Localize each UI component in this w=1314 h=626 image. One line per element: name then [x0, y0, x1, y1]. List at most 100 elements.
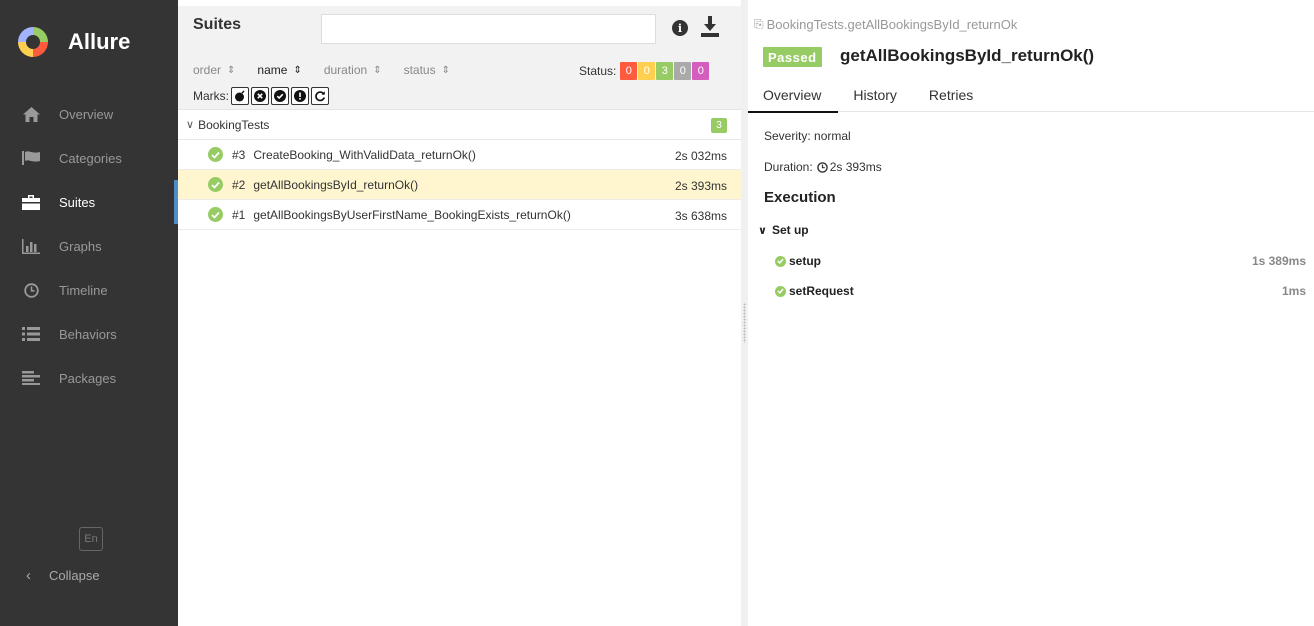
passed-icon: [208, 177, 223, 192]
test-row[interactable]: #3 CreateBooking_WithValidData_returnOk(…: [178, 140, 741, 170]
passed-icon: [208, 147, 223, 162]
pane-splitter[interactable]: [741, 0, 748, 626]
test-row[interactable]: #1 getAllBookingsByUserFirstName_Booking…: [178, 200, 741, 230]
mark-retries-toggle[interactable]: [311, 87, 329, 105]
step-name: setup: [789, 254, 822, 268]
briefcase-icon: [22, 194, 40, 210]
sort-order[interactable]: order ⇕: [193, 63, 235, 77]
sidebar-item-label: Graphs: [59, 238, 102, 254]
sort-duration-label: duration: [323, 63, 368, 77]
bomb-icon: [235, 90, 245, 102]
status-filter: Status: 0 0 3 0 0: [579, 62, 710, 80]
suite-group-count-badge: 3: [711, 118, 727, 133]
test-title: getAllBookingsById_returnOk(): [840, 46, 1095, 65]
test-duration: 2s 032ms: [674, 149, 727, 163]
mark-new-broken-toggle[interactable]: [291, 87, 309, 105]
setup-title: Set up: [771, 223, 809, 237]
brand[interactable]: Allure: [18, 24, 130, 60]
sidebar-item-graphs[interactable]: Graphs: [0, 224, 178, 268]
step-duration: 1ms: [1281, 284, 1306, 298]
list-icon: [22, 326, 40, 342]
marks-label: Marks:: [193, 89, 229, 103]
step-row[interactable]: setRequest 1ms: [775, 281, 1309, 301]
duration-label: Duration:: [764, 160, 813, 174]
breadcrumb[interactable]: ⎘ BookingTests.getAllBookingsById_return…: [754, 17, 1017, 32]
clock-icon: [816, 161, 828, 173]
mark-new-failed-toggle[interactable]: [251, 87, 269, 105]
status-failed-toggle[interactable]: 0: [620, 62, 638, 80]
refresh-icon: [315, 91, 326, 102]
sort-status[interactable]: status ⇕: [404, 63, 450, 77]
status-passed-toggle[interactable]: 3: [656, 62, 674, 80]
brand-name: Allure: [68, 29, 131, 54]
sidebar-item-label: Overview: [59, 106, 114, 122]
tab-retries[interactable]: Retries: [914, 78, 990, 112]
test-name: CreateBooking_WithValidData_returnOk(): [253, 147, 476, 162]
status-skipped-toggle[interactable]: 0: [674, 62, 692, 80]
step-duration: 1s 389ms: [1251, 254, 1306, 268]
test-row-selected[interactable]: #2 getAllBookingsById_returnOk() 2s 393m…: [178, 170, 741, 200]
suite-group-name: BookingTests: [198, 117, 270, 132]
chevron-left-icon: ‹: [26, 567, 31, 584]
test-duration: 2s 393ms: [674, 179, 727, 193]
duration-field: Duration: 2s 393ms: [764, 160, 882, 174]
passed-icon: [775, 255, 786, 267]
suite-group-row[interactable]: ∨ BookingTests 3: [178, 110, 741, 140]
search-input[interactable]: [321, 14, 656, 44]
info-icon[interactable]: i: [672, 20, 688, 36]
sidebar-item-label: Timeline: [59, 282, 108, 298]
tab-history[interactable]: History: [838, 78, 914, 112]
sort-name[interactable]: name ⇕: [257, 63, 301, 77]
splitter-grip-icon: [743, 303, 746, 343]
collapse-button[interactable]: ‹ Collapse: [26, 567, 100, 584]
download-icon[interactable]: [701, 16, 721, 38]
sort-caret-icon: ⇕: [227, 64, 236, 76]
align-left-icon: [22, 370, 40, 386]
test-duration: 3s 638ms: [674, 209, 727, 223]
status-label: Status:: [579, 64, 617, 78]
language-switcher[interactable]: En: [79, 527, 103, 551]
setup-section-toggle[interactable]: ∨ Set up: [758, 223, 809, 237]
sort-caret-icon: ⇕: [373, 64, 382, 76]
chevron-down-icon: ∨: [758, 224, 767, 237]
sort-duration[interactable]: duration ⇕: [324, 63, 382, 77]
mark-new-passed-toggle[interactable]: [271, 87, 289, 105]
sort-caret-icon: ⇕: [293, 64, 302, 76]
sidebar-nav: Overview Categories Suites Graphs Timeli…: [0, 92, 178, 400]
sidebar: Allure Overview Categories Suites Graphs: [0, 0, 178, 626]
sidebar-item-label: Suites: [59, 194, 96, 210]
step-name: setRequest: [789, 284, 854, 298]
status-unknown-toggle[interactable]: 0: [692, 62, 710, 80]
sidebar-item-timeline[interactable]: Timeline: [0, 268, 178, 312]
execution-title: Execution: [764, 189, 836, 206]
mark-flaky-toggle[interactable]: [231, 87, 249, 105]
sidebar-item-overview[interactable]: Overview: [0, 92, 178, 136]
sidebar-item-packages[interactable]: Packages: [0, 356, 178, 400]
test-detail-pane: ⎘ BookingTests.getAllBookingsById_return…: [748, 0, 1314, 626]
home-icon: [22, 106, 40, 122]
passed-icon: [775, 285, 786, 297]
check-circle-icon: [274, 90, 286, 102]
test-number: #3: [232, 147, 246, 162]
detail-tabs: Overview History Retries: [748, 78, 1314, 113]
copy-icon: ⎘: [754, 17, 764, 31]
passed-icon: [208, 207, 223, 222]
sort-name-label: name: [257, 63, 288, 77]
collapse-label: Collapse: [49, 568, 100, 583]
sidebar-item-suites[interactable]: Suites: [0, 180, 178, 224]
step-row[interactable]: setup 1s 389ms: [775, 251, 1309, 271]
sort-row: order ⇕ name ⇕ duration ⇕ status ⇕: [193, 63, 472, 77]
sort-status-label: status: [403, 63, 436, 77]
sidebar-item-categories[interactable]: Categories: [0, 136, 178, 180]
test-name: getAllBookingsById_returnOk(): [253, 177, 419, 192]
sort-order-label: order: [193, 63, 222, 77]
duration-value: 2s 393ms: [829, 160, 882, 174]
bar-chart-icon: [22, 238, 40, 254]
sidebar-item-label: Behaviors: [59, 326, 117, 342]
sidebar-item-label: Categories: [59, 150, 122, 166]
tab-overview[interactable]: Overview: [748, 78, 839, 113]
sidebar-item-behaviors[interactable]: Behaviors: [0, 312, 178, 356]
sidebar-item-label: Packages: [59, 370, 117, 386]
allure-logo-icon: [18, 27, 48, 57]
status-broken-toggle[interactable]: 0: [638, 62, 656, 80]
